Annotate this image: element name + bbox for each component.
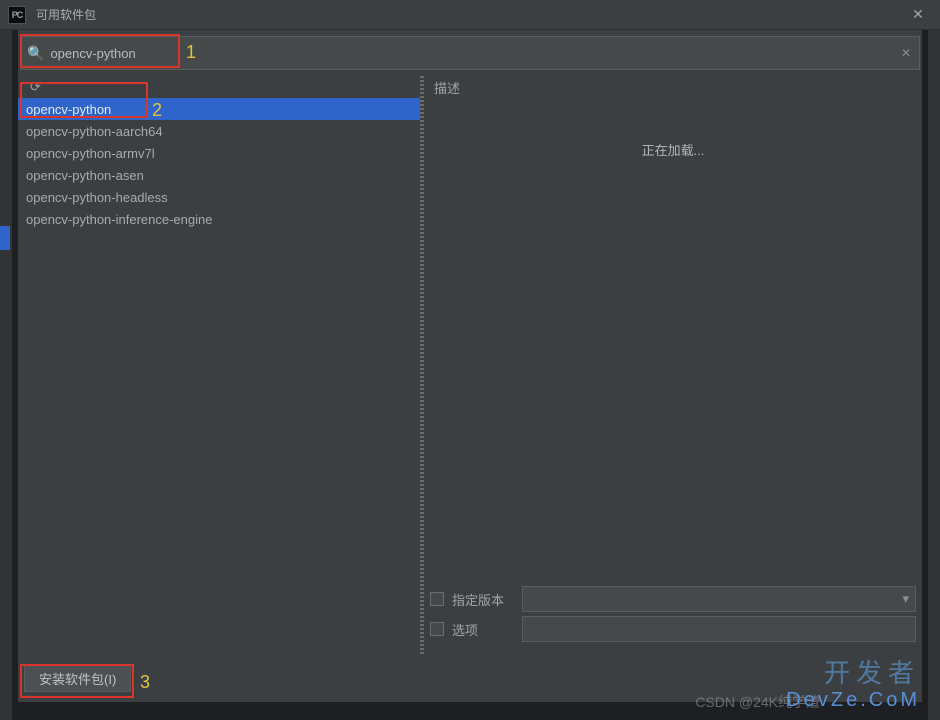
options-input[interactable] [522, 616, 916, 642]
list-item[interactable]: opencv-python [18, 98, 420, 120]
search-field-container: 🔍 ✕ [20, 36, 920, 70]
available-packages-dialog: 🔍 ✕ ⟳ opencv-python opencv-python-aarch6… [18, 30, 922, 702]
list-item[interactable]: opencv-python-aarch64 [18, 120, 420, 142]
annotation-label-3: 3 [140, 672, 150, 693]
close-icon[interactable]: ✕ [904, 1, 932, 29]
titlebar: PC 可用软件包 ✕ [0, 0, 940, 30]
chevron-down-icon: ▾ [902, 591, 909, 607]
options-checkbox[interactable] [430, 622, 444, 636]
package-detail-pane: 描述 正在加载... 指定版本 ▾ 选项 [424, 76, 922, 654]
list-item[interactable]: opencv-python-armv7l [18, 142, 420, 164]
reload-icon[interactable]: ⟳ [30, 79, 41, 95]
list-item[interactable]: opencv-python-asen [18, 164, 420, 186]
clear-search-icon[interactable]: ✕ [901, 46, 911, 60]
search-icon: 🔍 [27, 45, 44, 62]
search-input[interactable] [50, 46, 901, 61]
specify-version-checkbox[interactable] [430, 592, 444, 606]
annotation-label-2: 2 [152, 100, 162, 121]
list-item[interactable]: opencv-python-inference-engine [18, 208, 420, 230]
list-item[interactable]: opencv-python-headless [18, 186, 420, 208]
app-icon: PC [8, 6, 26, 24]
description-label: 描述 [424, 76, 922, 98]
options-label: 选项 [452, 620, 512, 639]
loading-text: 正在加载... [424, 98, 922, 576]
specify-version-label: 指定版本 [452, 590, 512, 609]
annotation-label-1: 1 [186, 42, 196, 63]
window-title: 可用软件包 [36, 6, 96, 23]
install-package-button[interactable]: 安装软件包(I) [24, 664, 131, 692]
package-list[interactable]: opencv-python opencv-python-aarch64 open… [18, 98, 420, 654]
package-list-pane: ⟳ opencv-python opencv-python-aarch64 op… [18, 76, 420, 654]
version-select[interactable]: ▾ [522, 586, 916, 612]
